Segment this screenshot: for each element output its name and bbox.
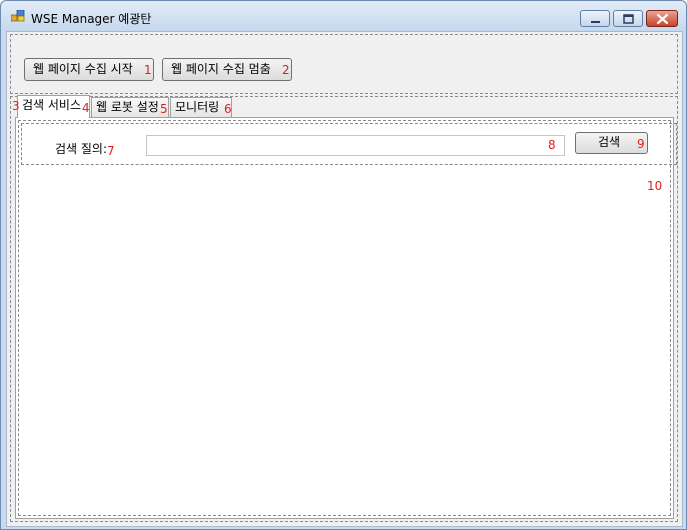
search-query-label-text: 검색 질의: [55, 142, 108, 156]
search-results-area[interactable]: 10 [21, 169, 677, 515]
stop-crawl-label: 웹 페이지 수집 멈춤 [171, 62, 271, 76]
tab-control: 3 검색 서비스 4 웹 로봇 설정 5 모니터링 6 검색 질의:7 8 검색… [10, 95, 678, 522]
maximize-icon [623, 14, 634, 24]
minimize-button[interactable] [580, 10, 610, 27]
tag-6: 6 [224, 102, 232, 116]
app-icon [11, 10, 25, 22]
start-crawl-button[interactable]: 웹 페이지 수집 시작 1 [24, 58, 154, 81]
tab-web-robot-settings-label: 웹 로봇 설정 [96, 100, 159, 114]
tab-monitoring-label: 모니터링 [175, 100, 220, 114]
stop-crawl-button[interactable]: 웹 페이지 수집 멈춤 2 [162, 58, 292, 81]
search-button-label: 검색 [598, 135, 621, 149]
close-button[interactable] [646, 10, 678, 27]
search-button[interactable]: 검색 9 [575, 132, 648, 154]
app-window: WSE Manager 예광탄 웹 페이지 수집 시작 1 웹 페이지 수집 멈… [0, 0, 687, 530]
tag-9: 9 [637, 137, 645, 151]
toolbar-panel: 웹 페이지 수집 시작 1 웹 페이지 수집 멈춤 2 [10, 34, 678, 94]
client-area: 웹 페이지 수집 시작 1 웹 페이지 수집 멈춤 2 3 검색 서비스 4 웹… [6, 31, 683, 527]
tag-3: 3 [12, 99, 20, 113]
tag-5: 5 [160, 102, 168, 116]
maximize-button[interactable] [613, 10, 643, 27]
search-query-input[interactable] [146, 135, 565, 156]
search-query-label: 검색 질의:7 [55, 140, 115, 158]
close-icon [656, 13, 669, 25]
tag-8: 8 [548, 138, 556, 152]
search-panel: 검색 질의:7 8 검색 9 [21, 123, 677, 165]
tag-7: 7 [107, 144, 115, 158]
tab-search-service[interactable]: 검색 서비스 4 [17, 95, 90, 118]
tag-2: 2 [282, 63, 290, 77]
window-title: WSE Manager 예광탄 [31, 12, 152, 26]
tag-4: 4 [82, 101, 90, 115]
tab-page-inner: 검색 질의:7 8 검색 9 10 [18, 120, 677, 516]
tag-1: 1 [144, 63, 152, 77]
tag-10: 10 [647, 179, 663, 193]
title-bar[interactable]: WSE Manager 예광탄 [1, 1, 686, 31]
tab-monitoring[interactable]: 모니터링 6 [170, 97, 232, 117]
start-crawl-label: 웹 페이지 수집 시작 [33, 62, 133, 76]
minimize-icon [591, 21, 600, 23]
tab-web-robot-settings[interactable]: 웹 로봇 설정 5 [91, 97, 169, 117]
tab-page-search: 검색 질의:7 8 검색 9 10 [15, 117, 677, 519]
tab-search-service-label: 검색 서비스 [22, 98, 82, 112]
